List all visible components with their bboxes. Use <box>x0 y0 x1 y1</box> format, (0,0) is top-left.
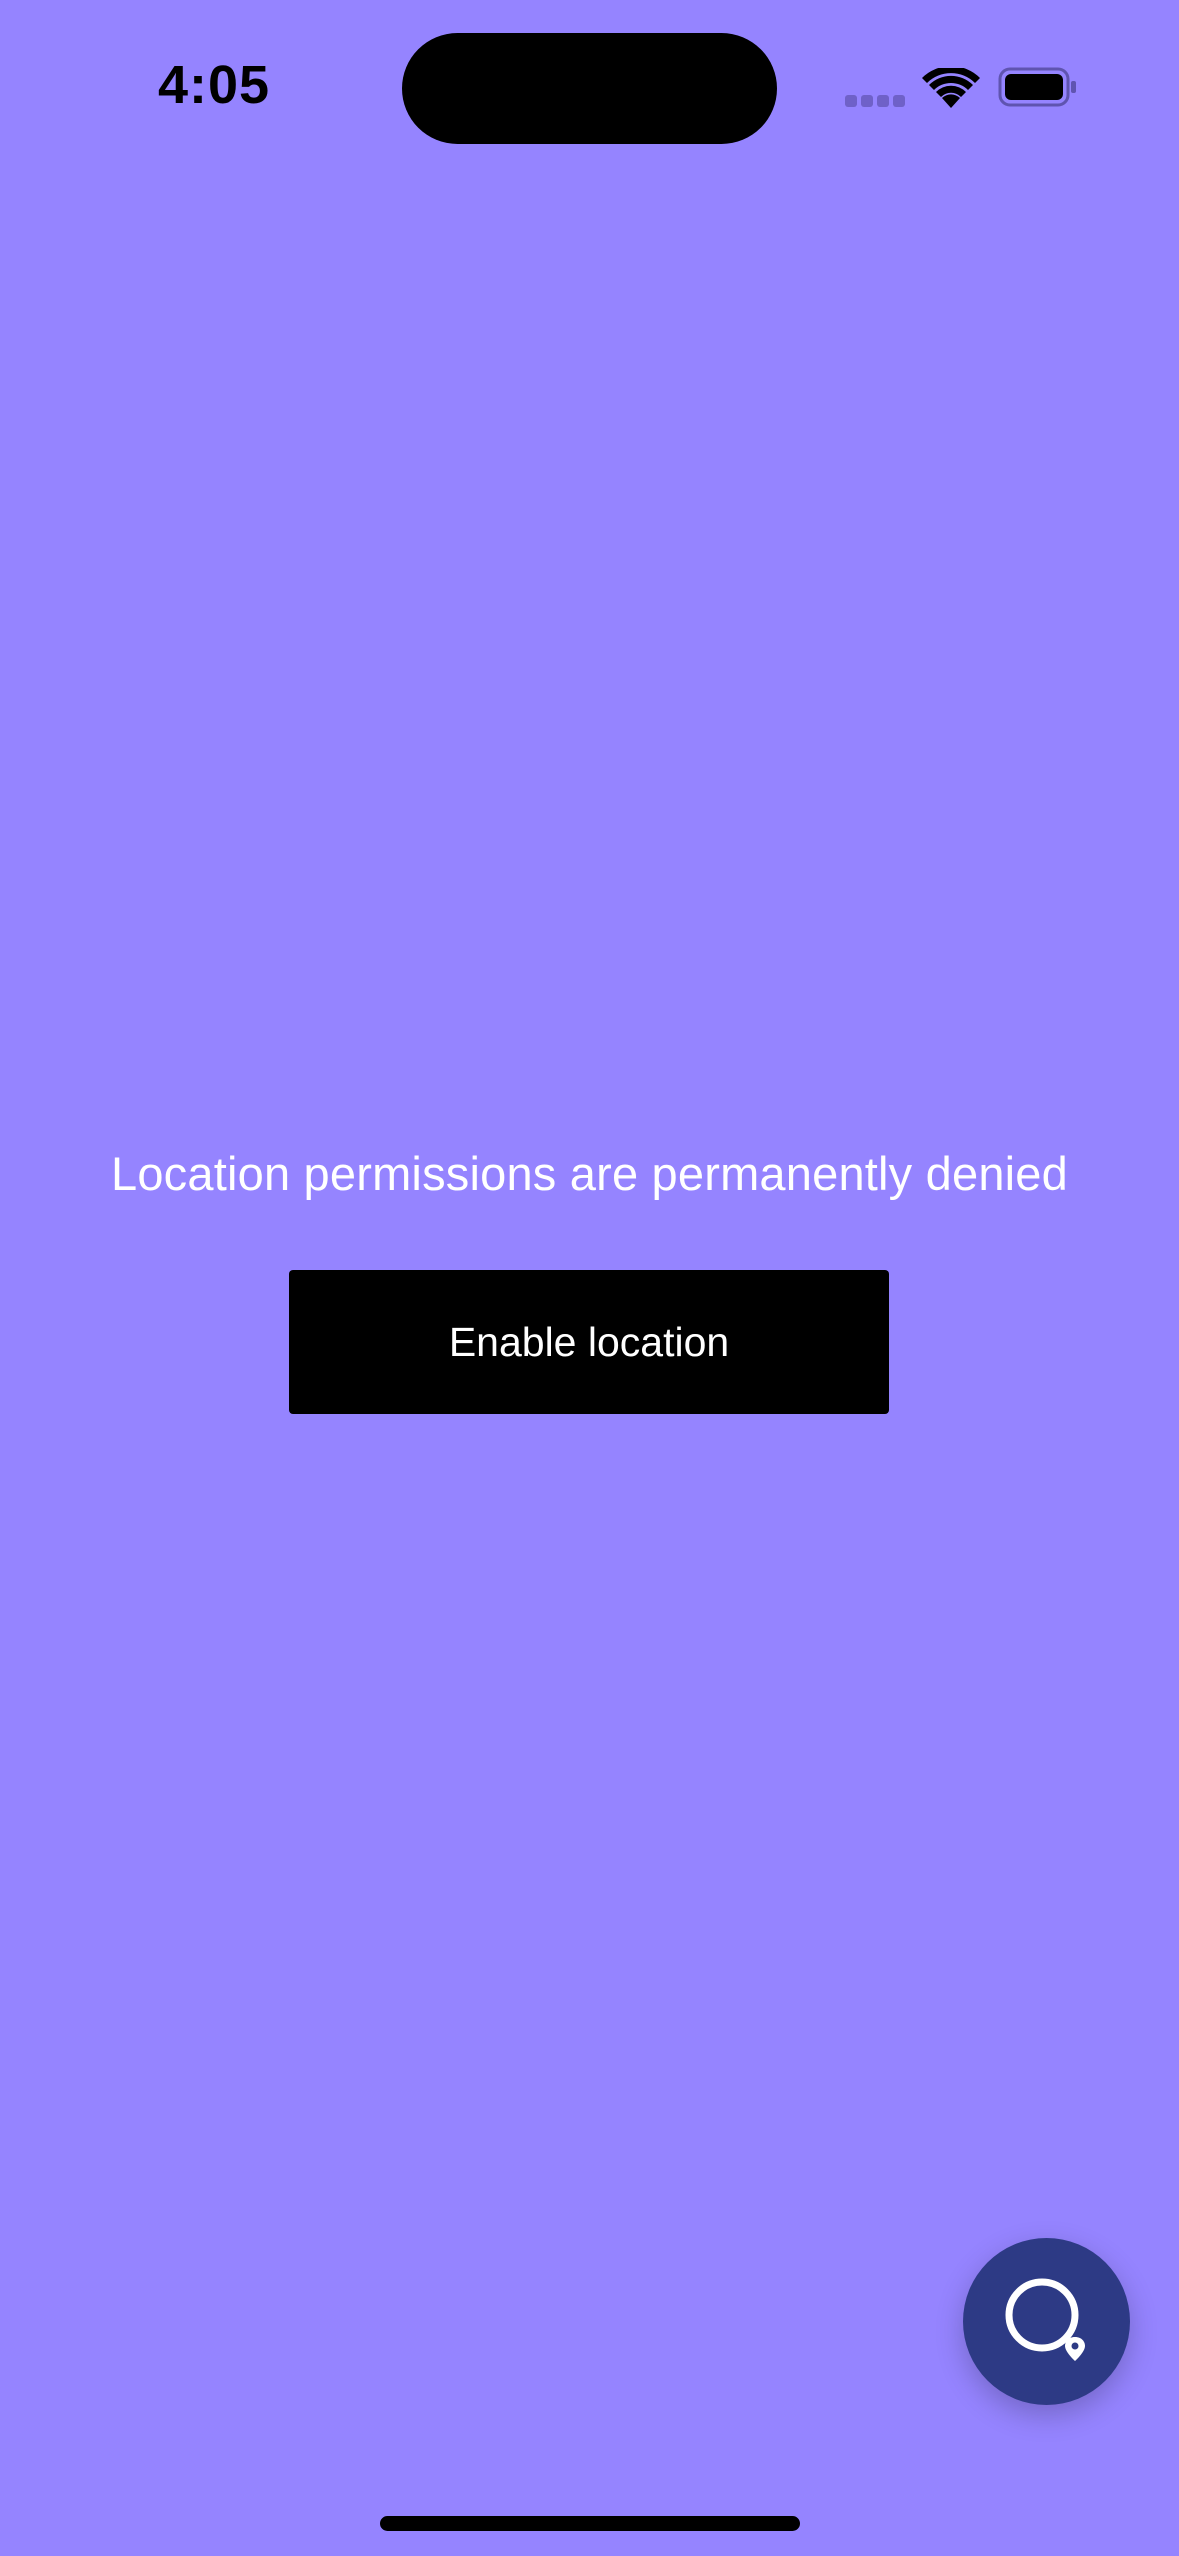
permission-denied-message: Location permissions are permanently den… <box>111 1147 1068 1200</box>
home-indicator[interactable] <box>380 2516 800 2531</box>
location-search-button[interactable] <box>963 2238 1130 2405</box>
wifi-icon <box>922 65 980 110</box>
cellular-signal-icon <box>845 95 905 109</box>
status-time: 4:05 <box>158 55 271 115</box>
enable-location-button[interactable]: Enable location <box>289 1270 889 1414</box>
location-search-icon <box>1005 2278 1085 2361</box>
dynamic-island <box>402 33 777 144</box>
battery-icon <box>998 66 1078 108</box>
